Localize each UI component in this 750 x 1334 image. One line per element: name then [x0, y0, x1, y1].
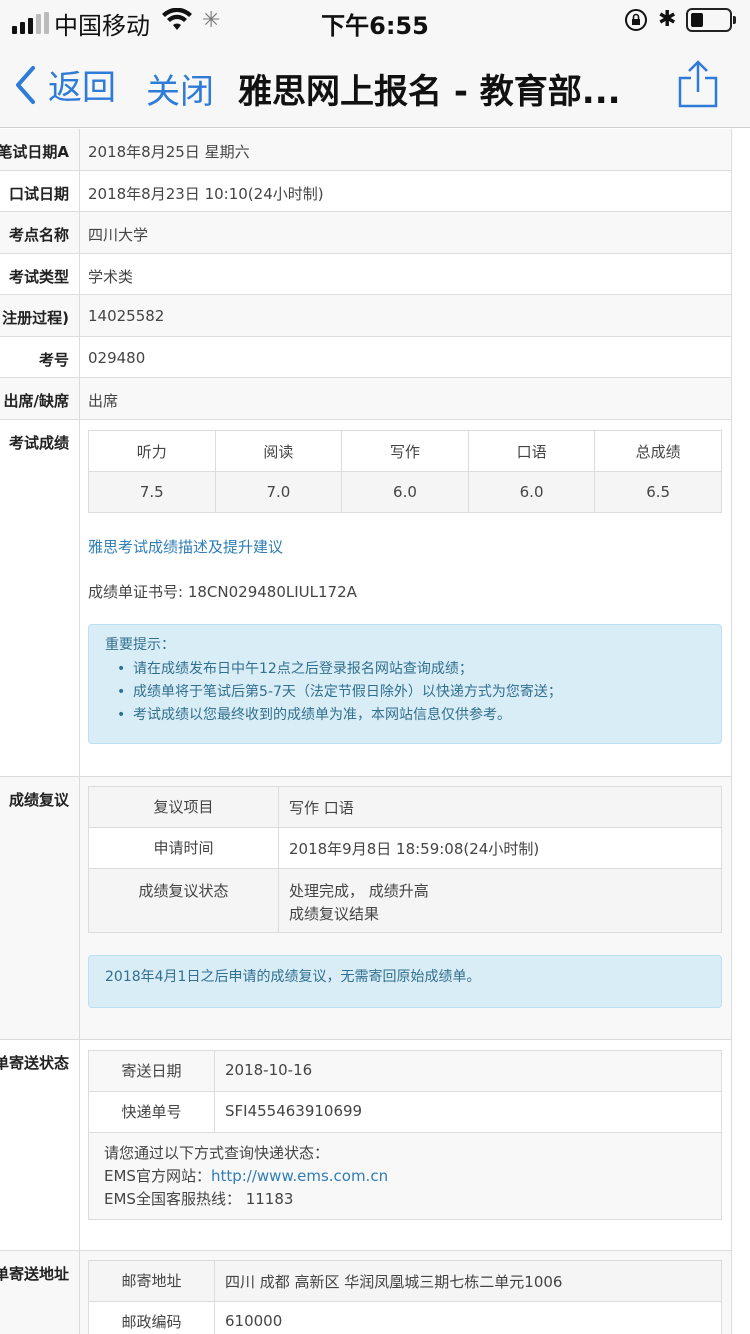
notice-item: 请在成绩发布日中午12点之后登录报名网站查询成绩；	[105, 658, 705, 681]
tracking-number: SFI455463910699	[225, 1102, 363, 1120]
info-row-test-type: 考试类型 学术类	[0, 254, 732, 295]
info-label: 笔试日期A	[0, 143, 69, 161]
review-value: 处理完成， 成绩升高	[289, 882, 429, 900]
back-label: 返回	[48, 68, 116, 108]
shipping-row: 寄送日期 2018-10-16	[89, 1051, 721, 1092]
info-label: 口试日期	[8, 185, 69, 203]
shipping-key: 寄送日期	[89, 1051, 215, 1091]
notice-item: 成绩单将于笔试后第5-7天（法定节假日除外）以快递方式为您寄送；	[105, 681, 705, 704]
review-result-link[interactable]: 成绩复议结果	[289, 903, 379, 924]
page-title: 雅思网上报名 - 教育部...	[238, 72, 621, 112]
score-review-section: 成绩复议 复议项目 写作 口语 申请时间 2018年9月8日 18:59:08(…	[0, 777, 732, 1040]
score-header: 口语	[467, 430, 596, 472]
scores-table: 听力 阅读 写作 口语 总成绩 7.5 7.0 6.0 6.0 6.5	[88, 430, 722, 513]
section-label: 成绩复议	[8, 791, 69, 809]
postal-code: 610000	[225, 1312, 283, 1330]
score-header: 阅读	[214, 430, 343, 472]
address-value: 四川 成都 高新区 华润凤凰城三期七栋二单元1006	[225, 1273, 563, 1291]
info-row-attendance: 出席/缺席 出席	[0, 378, 732, 420]
notice-list: 请在成绩发布日中午12点之后登录报名网站查询成绩； 成绩单将于笔试后第5-7天（…	[105, 658, 705, 727]
shipping-address-section: 单寄送地址 邮寄地址 四川 成都 高新区 华润凤凰城三期七栋二单元1006 邮政…	[0, 1251, 732, 1334]
review-key: 复议项目	[89, 787, 279, 827]
info-row-written-date: 笔试日期A 2018年8月25日 星期六	[0, 129, 732, 171]
review-value: 2018年9月8日 18:59:08(24小时制)	[289, 840, 540, 858]
review-row: 复议项目 写作 口语	[89, 787, 721, 828]
battery-icon	[686, 8, 736, 32]
ems-site-label: EMS官方网站：	[104, 1167, 211, 1185]
certificate-number: 成绩单证书号: 18CN029480LIUL172A	[88, 583, 357, 601]
score-value: 7.0	[214, 471, 343, 513]
ems-hotline: EMS全国客服热线： 11183	[104, 1190, 294, 1208]
review-key: 申请时间	[89, 828, 279, 868]
shipping-value: 2018-10-16	[225, 1061, 313, 1079]
info-row-oral-date: 口试日期 2018年8月23日 10:10(24小时制)	[0, 171, 732, 212]
test-center-link[interactable]: 四川大学	[88, 224, 148, 245]
section-label: 考试成绩	[8, 434, 69, 452]
info-value: 2018年8月25日 星期六	[88, 143, 250, 161]
query-intro: 请您通过以下方式查询快递状态：	[104, 1144, 330, 1162]
rotation-lock-icon	[624, 8, 648, 36]
info-row-registration: 注册过程) 14025582	[0, 295, 732, 337]
chevron-left-icon	[16, 65, 35, 104]
score-value: 6.0	[341, 471, 469, 513]
address-row: 邮政编码 610000	[89, 1302, 721, 1334]
address-table: 邮寄地址 四川 成都 高新区 华润凤凰城三期七栋二单元1006 邮政编码 610…	[88, 1260, 722, 1334]
notice-title: 重要提示：	[105, 637, 175, 653]
review-row: 成绩复议状态 处理完成， 成绩升高 成绩复议结果	[89, 869, 721, 932]
info-row-test-center: 考点名称 四川大学	[0, 212, 732, 254]
score-value: 6.5	[594, 471, 722, 513]
section-label: 单寄送地址	[0, 1265, 69, 1283]
address-key: 邮政编码	[89, 1302, 215, 1334]
notice-item: 考试成绩以您最终收到的成绩单为准，本网站信息仅供参考。	[105, 704, 705, 727]
close-button[interactable]: 关闭	[146, 64, 214, 113]
review-value: 写作 口语	[289, 799, 354, 817]
info-value: 2018年8月23日 10:10(24小时制)	[88, 185, 324, 203]
info-label: 注册过程)	[2, 309, 69, 327]
shipping-query-info: 请您通过以下方式查询快递状态： EMS官方网站：http://www.ems.c…	[89, 1133, 721, 1219]
bluetooth-icon: ✱	[658, 7, 677, 32]
score-advice-link[interactable]: 雅思考试成绩描述及提升建议	[88, 536, 283, 557]
share-button[interactable]	[676, 60, 720, 112]
status-bar: 中国移动 ✳ 下午6:55 ✱	[0, 0, 750, 40]
address-row: 邮寄地址 四川 成都 高新区 华润凤凰城三期七栋二单元1006	[89, 1261, 721, 1302]
info-value: 出席	[88, 392, 119, 410]
ems-site-link[interactable]: http://www.ems.com.cn	[211, 1167, 388, 1185]
score-header: 总成绩	[594, 430, 722, 472]
share-icon	[678, 60, 718, 108]
info-label: 考号	[38, 351, 69, 369]
score-header: 写作	[341, 430, 469, 472]
info-label: 考点名称	[8, 226, 69, 244]
score-header: 听力	[88, 430, 216, 472]
info-label: 出席/缺席	[3, 392, 69, 410]
important-notice: 重要提示： 请在成绩发布日中午12点之后登录报名网站查询成绩； 成绩单将于笔试后…	[88, 624, 722, 744]
scores-section: 考试成绩 听力 阅读 写作 口语 总成绩 7.5 7.0 6.0 6.0 6.5…	[0, 420, 732, 777]
shipping-table: 寄送日期 2018-10-16 快递单号 SFI455463910699 请您通…	[88, 1050, 722, 1220]
shipping-status-section: 单寄送状态 寄送日期 2018-10-16 快递单号 SFI4554639106…	[0, 1040, 732, 1251]
info-value: 029480	[88, 349, 146, 367]
address-key: 邮寄地址	[89, 1261, 215, 1301]
navigation-bar: 返回 关闭 雅思网上报名 - 教育部...	[0, 40, 750, 128]
score-value: 6.0	[467, 471, 596, 513]
review-key: 成绩复议状态	[89, 869, 279, 932]
shipping-key: 快递单号	[89, 1092, 215, 1132]
score-detail-content: 笔试日期A 2018年8月25日 星期六 口试日期 2018年8月23日 10:…	[0, 129, 750, 1334]
info-row-candidate-number: 考号 029480	[0, 337, 732, 378]
info-value: 学术类	[88, 268, 134, 286]
review-row: 申请时间 2018年9月8日 18:59:08(24小时制)	[89, 828, 721, 869]
score-value: 7.5	[88, 471, 216, 513]
back-button[interactable]: 返回	[14, 60, 116, 109]
review-notice: 2018年4月1日之后申请的成绩复议，无需寄回原始成绩单。	[88, 955, 722, 1008]
section-label: 单寄送状态	[0, 1054, 69, 1072]
review-table: 复议项目 写作 口语 申请时间 2018年9月8日 18:59:08(24小时制…	[88, 786, 722, 933]
info-value: 14025582	[88, 307, 165, 325]
ems-site-line: EMS官方网站：http://www.ems.com.cn	[104, 1165, 388, 1186]
shipping-row: 快递单号 SFI455463910699	[89, 1092, 721, 1133]
info-label: 考试类型	[8, 268, 69, 286]
